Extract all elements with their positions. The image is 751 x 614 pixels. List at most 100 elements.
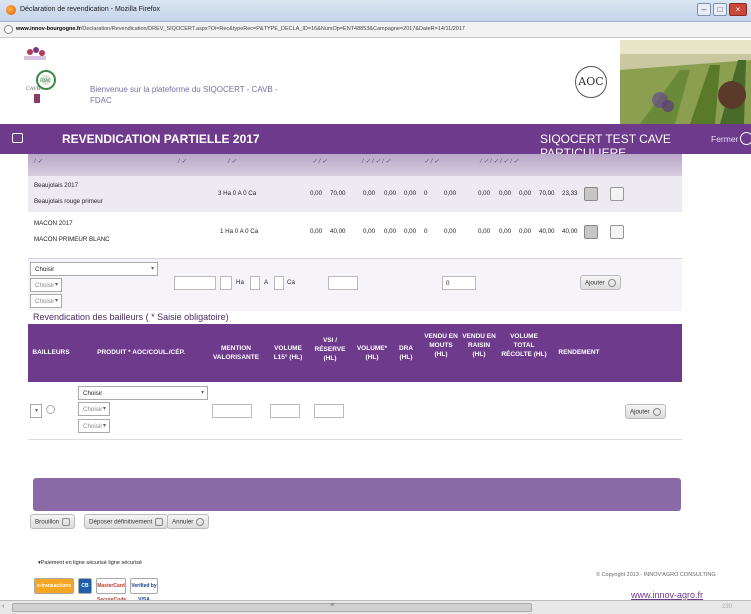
- page-title: REVENDICATION PARTIELLE 2017: [62, 132, 260, 146]
- col-header: VOLUME* (HL): [356, 345, 388, 361]
- bailleur-cepage-select[interactable]: Choisir: [78, 419, 110, 433]
- bailleur-product-select[interactable]: Choisir: [78, 386, 208, 400]
- power-icon[interactable]: [740, 132, 751, 145]
- row-value: 0,00: [519, 190, 532, 197]
- add-bailleur-icon[interactable]: [46, 405, 55, 414]
- surface-a-input[interactable]: [250, 276, 260, 290]
- delete-icon[interactable]: [610, 187, 624, 201]
- row-surface: 3 Ha 0 A 0 Ca: [218, 190, 257, 197]
- close-window-icon[interactable]: ×: [729, 3, 747, 16]
- vsi-reserve-input[interactable]: [314, 404, 344, 418]
- plus-circle-icon: [652, 408, 661, 416]
- row-surface: 1 Ha 0 A 0 Ca: [220, 228, 259, 235]
- header-fragment-icon: ✓ / ✓: [312, 159, 328, 165]
- site-header: FDAC CAVB Bienvenue sur la plateforme du…: [0, 38, 751, 124]
- mention-input[interactable]: [174, 276, 216, 290]
- delete-icon[interactable]: [610, 225, 624, 239]
- bailleur-color-select[interactable]: Choisir: [78, 402, 110, 416]
- header-fragment-icon: ✓ / ✓: [424, 159, 440, 165]
- copyright-text: © Copyright 2013 - INNOV'AGRO CONSULTING: [596, 572, 716, 578]
- draft-label: Brouillon: [35, 518, 60, 526]
- row-value: 0,00: [363, 190, 376, 197]
- row-value: 23,33: [562, 190, 578, 197]
- draft-button[interactable]: Brouillon: [30, 514, 76, 529]
- volume-input[interactable]: [328, 276, 358, 290]
- window-titlebar: Déclaration de revendication - Mozilla F…: [0, 0, 751, 22]
- horizontal-scrollbar[interactable]: ‹ ≡ 230: [0, 600, 751, 614]
- color-select[interactable]: Choisir: [30, 278, 62, 292]
- site-identity-icon[interactable]: [4, 25, 13, 34]
- url-text[interactable]: www.innov-bourgogne.fr/Declaration/Reven…: [16, 26, 465, 32]
- row-value: 0,00: [384, 228, 397, 235]
- vineyard-photo: [620, 40, 751, 124]
- mastercard-logo: MasterCard SecureCode: [96, 578, 126, 603]
- header-fragment-icon: / ✓: [34, 159, 43, 165]
- header-fragment-icon: / ✓ / ✓ / ✓: [362, 159, 391, 165]
- col-header: VENDU EN MOUTS (HL): [424, 333, 458, 358]
- surface-ca-input[interactable]: [274, 276, 284, 290]
- row-value: 0,00: [499, 228, 512, 235]
- svg-text:FDAC: FDAC: [40, 78, 51, 83]
- table-row: MACON 2017 MACON PRIMEUR BLANC 1 Ha 0 A …: [28, 214, 682, 250]
- visa-logo: Verified by VISA: [130, 578, 158, 603]
- add-bailleur-button[interactable]: Ajouter: [625, 404, 666, 419]
- col-header: VOLUME L15° (HL): [273, 345, 303, 361]
- row-value: 0,00: [444, 228, 457, 235]
- scroll-grip-icon: ≡: [330, 602, 335, 609]
- scrollbar-thumb[interactable]: [12, 603, 532, 612]
- col-header: VENDU EN RAISIN (HL): [462, 333, 496, 358]
- header-fragment-icon: / ✓ / ✓ / ✓ / ✓: [480, 159, 519, 165]
- row-value: 0,00: [444, 190, 457, 197]
- zero-value-input[interactable]: 0: [442, 276, 476, 290]
- row-appellation: Beaujolais 2017: [34, 182, 79, 189]
- row-value: 0,00: [404, 190, 417, 197]
- row-value: 70,00: [539, 190, 555, 197]
- window-controls: – □ ×: [697, 3, 747, 16]
- close-link[interactable]: Fermer: [711, 134, 738, 144]
- cancel-button[interactable]: Annuler: [167, 514, 210, 529]
- volume-l15-input[interactable]: [270, 404, 300, 418]
- add-button-label: Ajouter: [630, 408, 650, 416]
- cepage-select[interactable]: Choisir: [30, 294, 62, 308]
- add-line-button[interactable]: Ajouter: [580, 275, 621, 290]
- add-button-label: Ajouter: [585, 279, 605, 287]
- row-value: 0,00: [363, 228, 376, 235]
- etransactions-logo: e-transactions: [34, 578, 74, 594]
- product-select[interactable]: Choisir: [30, 262, 158, 276]
- website-link[interactable]: www.innov-agro.fr: [631, 590, 703, 600]
- row-value: 0,00: [384, 190, 397, 197]
- row-value: 0,00: [404, 228, 417, 235]
- col-header: VOLUME TOTAL RÉCOLTE (HL): [501, 333, 547, 358]
- col-header: DRA (HL): [398, 345, 414, 361]
- submit-button[interactable]: Déposer définitivement: [84, 514, 169, 529]
- cb-logo: CB: [78, 578, 92, 594]
- menu-icon[interactable]: [12, 133, 23, 143]
- welcome-text: Bienvenue sur la plateforme du SIQOCERT …: [90, 85, 278, 105]
- row-value: 40,00: [330, 228, 346, 235]
- col-header: PRODUIT * AOC/COUL./CÉP.: [97, 349, 185, 356]
- url-path: /Declaration/Revendication/DREV_SIQOCERT…: [80, 26, 465, 32]
- table-row: Beaujolais 2017 Beaujolais rouge primeur…: [28, 176, 682, 212]
- edit-icon[interactable]: [584, 225, 598, 239]
- firefox-icon: [6, 5, 16, 15]
- bailleur-select[interactable]: [30, 404, 42, 418]
- plus-circle-icon: [607, 279, 616, 287]
- mention-valorisante-input[interactable]: [212, 404, 252, 418]
- row-value: 0,00: [478, 190, 491, 197]
- bailleurs-table-header: BAILLEURS PRODUIT * AOC/COUL./CÉP. MENTI…: [28, 324, 682, 382]
- row-value: 0,00: [310, 228, 323, 235]
- size-indicator: 230: [722, 604, 733, 610]
- surface-ha-input[interactable]: [220, 276, 232, 290]
- row-value: 0,00: [478, 228, 491, 235]
- summary-bar: [33, 478, 681, 511]
- row-product: MACON PRIMEUR BLANC: [34, 236, 110, 243]
- maximize-icon[interactable]: □: [713, 3, 727, 16]
- row-value: 0,00: [310, 190, 323, 197]
- row-appellation: MACON 2017: [34, 220, 73, 227]
- scroll-left-icon[interactable]: ‹: [2, 603, 4, 610]
- edit-icon[interactable]: [584, 187, 598, 201]
- aoc-logo-icon: AOC: [575, 66, 607, 98]
- address-bar[interactable]: www.innov-bourgogne.fr/Declaration/Reven…: [0, 22, 751, 38]
- minimize-icon[interactable]: –: [697, 3, 711, 16]
- col-header: BAILLEURS: [32, 349, 70, 356]
